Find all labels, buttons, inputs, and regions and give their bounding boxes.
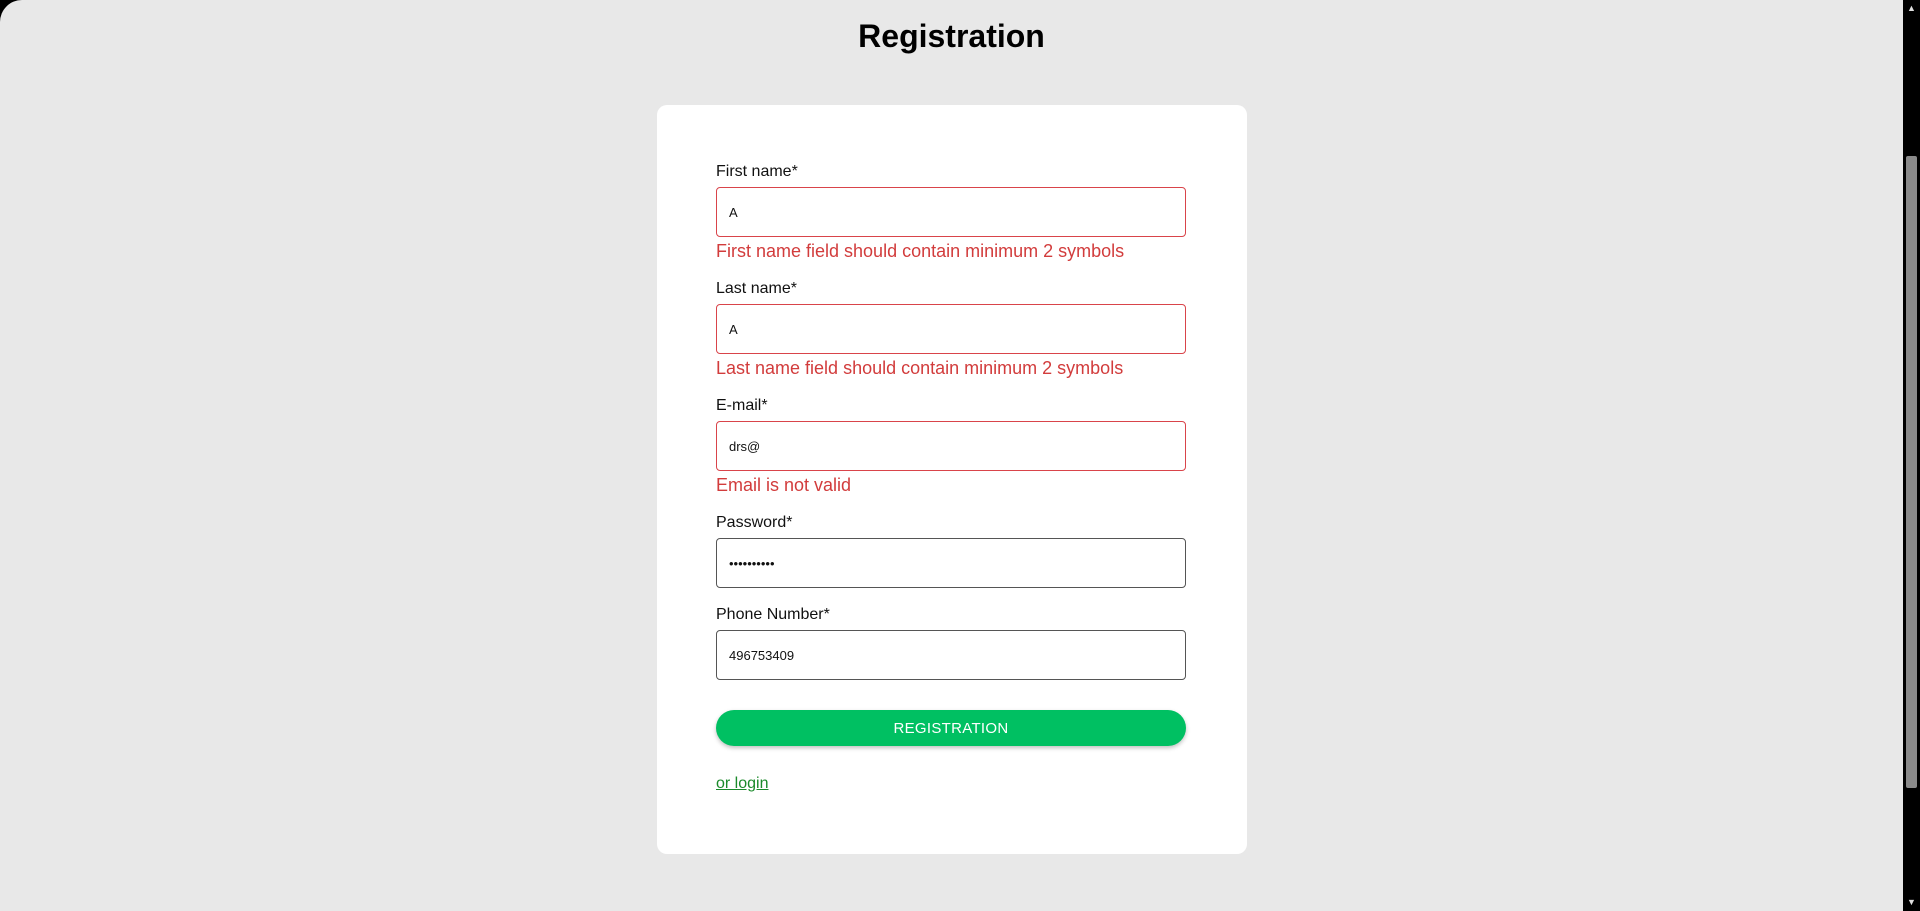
page-title: Registration [858,18,1045,54]
first-name-input[interactable] [716,187,1186,237]
phone-label: Phone Number* [716,606,830,623]
email-label: E-mail* [716,397,768,414]
first-name-error: First name field should contain minimum … [716,241,1125,261]
registration-card: First name* First name field should cont… [657,105,1247,854]
first-name-label: First name* [716,163,798,180]
last-name-label: Last name* [716,280,797,297]
password-label: Password* [716,514,793,531]
scroll-down-arrow-icon[interactable]: ▼ [1903,894,1920,911]
last-name-error: Last name field should contain minimum 2… [716,358,1124,378]
scrollbar-thumb[interactable] [1906,156,1917,788]
email-error: Email is not valid [716,475,852,495]
last-name-input[interactable] [716,304,1186,354]
phone-input[interactable] [716,630,1186,680]
scroll-up-arrow-icon[interactable]: ▲ [1903,0,1920,17]
registration-button[interactable]: REGISTRATION [716,710,1186,746]
email-input[interactable] [716,421,1186,471]
login-link[interactable]: or login [716,774,768,794]
password-input[interactable] [716,538,1186,588]
vertical-scrollbar[interactable]: ▲ ▼ [1903,0,1920,911]
page-viewport: Registration First name* First name fiel… [0,0,1903,911]
